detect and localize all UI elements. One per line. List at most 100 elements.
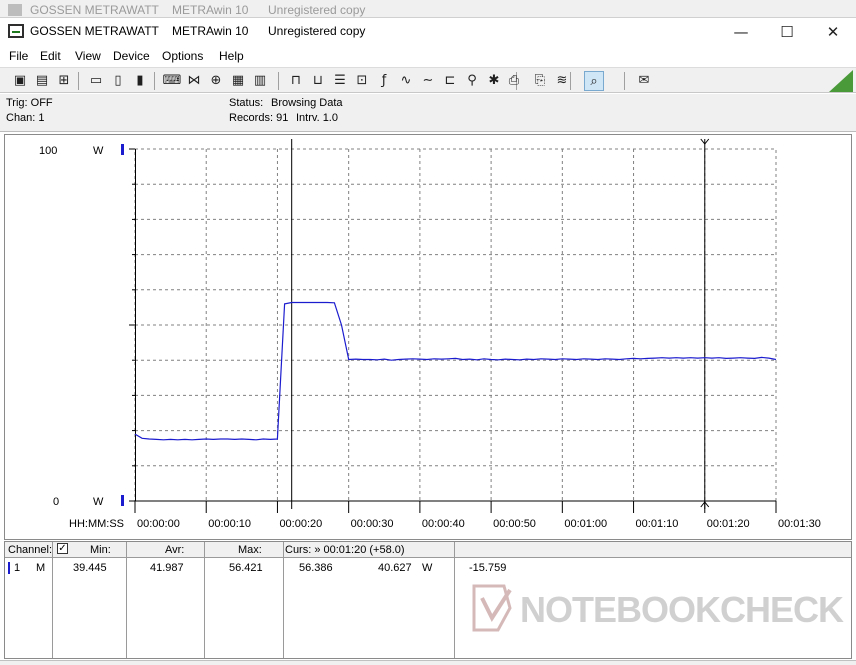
x-axis-tick-label: 00:00:10 [208,518,251,530]
y-axis-min-label: 0 [53,496,59,508]
step-icon[interactable]: ⊏ [440,71,460,91]
minimize-button[interactable]: — [718,18,764,46]
toolbar-separator [624,72,625,90]
y-axis-unit-top: W [93,145,104,157]
column-divider [126,542,127,658]
monitor-icon[interactable]: ⊡ [352,71,372,91]
y-axis-max-label: 100 [39,145,57,157]
message-icon[interactable]: ✉ [634,71,654,91]
list-icon[interactable]: ☰ [330,71,350,91]
print-preview-icon[interactable]: ⎘ [530,71,550,91]
menu-file[interactable]: File [9,49,28,63]
statistics-header [5,542,851,558]
zoom-icon[interactable]: ⚲ [462,71,482,91]
scan-icon[interactable]: ⋈ [184,71,204,91]
logo-shape-icon [472,584,512,632]
x-axis-tick-label: 00:01:00 [564,518,607,530]
keyboard-icon[interactable]: ⌨ [162,71,182,91]
x-axis-tick-label: 00:01:20 [707,518,750,530]
column-divider [204,542,205,658]
trigger-status: Trig: OFF [6,97,53,109]
toolbar-separator [78,72,79,90]
x-axis-title: HH:MM:SS [69,518,124,530]
x-axis-labels: 00:00:00 00:00:10 00:00:20 00:00:30 00:00:40… [134,501,821,530]
row-mode: M [36,562,46,574]
table-icon[interactable]: ▦ [228,71,248,91]
row-unit: W [422,562,433,574]
y-axis-ticks [129,148,135,502]
wave-icon[interactable]: ∿ [396,71,416,91]
column-divider [52,542,53,658]
channel-checkbox[interactable]: ✓ [57,543,68,554]
row-cursor-value: 56.386 [299,562,333,574]
menu-help[interactable]: Help [219,49,244,63]
row-max: 56.421 [229,562,263,574]
maximize-button[interactable]: ☐ [764,18,810,46]
window-license: Unregistered copy [268,24,366,38]
device-config-icon[interactable]: ▮ [130,71,150,91]
record-icon[interactable]: ⊔ [308,71,328,91]
math-icon[interactable]: ƒ [374,71,394,91]
status-value: Browsing Data [271,97,343,109]
chart-panel[interactable]: 100 W 0 W 00:00:00 00:00:10 00:00:20 00:00:… [4,134,852,540]
status-label: Status: [229,97,264,109]
channel-color-marker [8,562,10,574]
y-axis-unit-bottom: W [93,496,104,508]
window-company-name: GOSSEN METRAWATT [30,24,159,38]
row-avr: 41.987 [150,562,184,574]
x-axis-tick-label: 00:00:30 [351,518,394,530]
window-titlebar[interactable]: GOSSEN METRAWATT METRAwin 10 Unregistere… [0,17,856,45]
scope-icon[interactable]: ⌕ [584,71,604,91]
x-axis-tick-label: 00:00:00 [137,518,180,530]
status-bar [0,660,856,665]
menu-view[interactable]: View [75,49,101,63]
bars-icon[interactable]: ▥ [250,71,270,91]
power-chart[interactable]: 100 W 0 W 00:00:00 00:00:10 00:00:20 00:00:… [5,135,851,539]
x-axis-tick-label: 00:01:30 [778,518,821,530]
avr-header: Avr: [165,544,185,556]
menu-options[interactable]: Options [162,49,203,63]
chart-series [134,301,777,441]
chart-grid [134,148,777,502]
resize-grip-icon [829,70,853,92]
row-delta: -15.759 [469,562,507,574]
signal-icon[interactable]: ≋ [552,71,572,91]
records-count: Records: 91 [229,112,289,124]
toolbar-separator [278,72,279,90]
menu-bar: File Edit View Device Options Help [0,45,856,67]
watermark-text: NOTEBOOKCHECK [520,589,844,630]
folder-icon[interactable]: ⊞ [54,71,74,91]
row-channel: 1 [14,562,21,574]
app-icon [8,24,24,38]
cursor-icon[interactable]: ✱ [484,71,504,91]
min-header: Min: [90,544,111,556]
sine-icon[interactable]: ∼ [418,71,438,91]
row-cursor-value-2: 40.627 [378,562,412,574]
x-axis-tick-label: 00:00:50 [493,518,536,530]
window-app-name: METRAwin 10 [172,24,249,38]
menu-edit[interactable]: Edit [40,49,61,63]
grid-icon[interactable]: ⊕ [206,71,226,91]
close-button[interactable]: ✕ [810,18,856,46]
save-icon[interactable]: ▤ [32,71,52,91]
info-bar: Trig: OFF Chan: 1 Status: Browsing Data … [0,94,856,132]
chart-cursors[interactable] [291,138,710,509]
background-license: Unregistered copy [268,3,366,17]
open-icon[interactable]: ▣ [10,71,30,91]
column-divider [454,542,455,658]
max-header: Max: [238,544,262,556]
menu-device[interactable]: Device [113,49,150,63]
background-company-name: GOSSEN METRAWATT [30,3,159,17]
print-icon[interactable]: ⎙ [504,71,524,91]
device-connect-icon[interactable]: ▭ [86,71,106,91]
y-axis-line [135,149,136,501]
x-axis-tick-label: 00:00:20 [279,518,322,530]
device-read-icon[interactable]: ▯ [108,71,128,91]
power-series-line [134,301,777,441]
row-min: 39.445 [73,562,107,574]
toolbar-separator [154,72,155,90]
x-axis-tick-label: 00:00:40 [422,518,465,530]
background-app-name: METRAwin 10 [172,3,249,17]
channel-status: Chan: 1 [6,112,45,124]
trigger-icon[interactable]: ⊓ [286,71,306,91]
